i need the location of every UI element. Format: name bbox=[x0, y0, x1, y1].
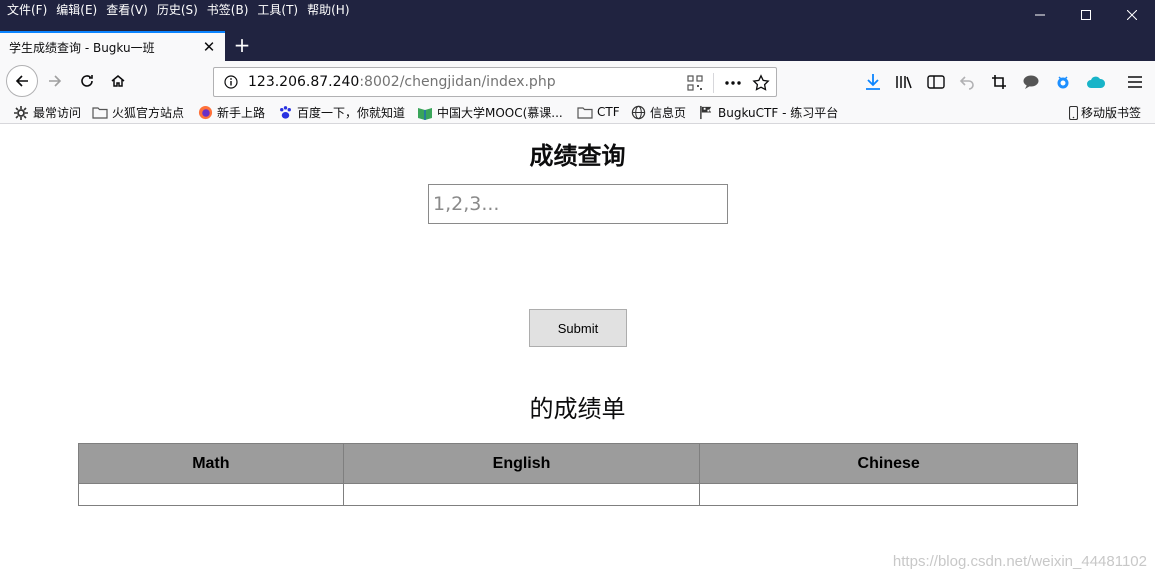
menu-bookmarks[interactable]: 书签(B) bbox=[204, 2, 255, 19]
url-actions bbox=[687, 73, 770, 93]
student-id-input[interactable] bbox=[428, 184, 728, 224]
tab-strip: 学生成绩查询 - Bugku一班 ✕ + bbox=[0, 30, 1155, 61]
bookmark-label: 百度一下，你就知道 bbox=[297, 106, 406, 120]
nav-bar: 123.206.87.240:8002/chengjidan/index.php bbox=[0, 61, 1155, 101]
bookmark-label: 移动版书签 bbox=[1081, 106, 1142, 120]
table-row bbox=[78, 483, 1078, 506]
header-chinese: Chinese bbox=[699, 443, 1078, 484]
cell-english bbox=[342, 483, 701, 506]
window-controls bbox=[1017, 0, 1155, 30]
url-host: 123.206.87.240 bbox=[248, 74, 360, 90]
bookmark-label: CTF bbox=[597, 105, 620, 119]
home-icon bbox=[111, 75, 125, 87]
bookmark-label: 火狐官方站点 bbox=[112, 106, 185, 120]
url-bar[interactable]: 123.206.87.240:8002/chengjidan/index.php bbox=[213, 67, 777, 97]
bookmark-baidu[interactable]: 百度一下，你就知道 bbox=[277, 104, 405, 121]
minimize-icon[interactable] bbox=[1017, 0, 1063, 30]
firefox-logo-icon bbox=[197, 105, 213, 121]
forward-button[interactable] bbox=[40, 66, 70, 96]
mooc-book-icon bbox=[417, 105, 433, 121]
bookmark-label: 信息页 bbox=[650, 106, 687, 120]
chat-bubble-icon[interactable] bbox=[1020, 71, 1042, 93]
bookmark-mooc[interactable]: 中国大学MOOC(慕课... bbox=[417, 104, 563, 121]
gear-icon bbox=[13, 105, 29, 121]
menu-edit[interactable]: 编辑(E) bbox=[53, 2, 103, 19]
cloud-icon[interactable] bbox=[1085, 71, 1107, 93]
forward-arrow-icon bbox=[49, 75, 62, 87]
page-title: 成绩查询 bbox=[529, 142, 626, 170]
folder-icon bbox=[577, 104, 593, 120]
screenshot-crop-icon[interactable] bbox=[988, 71, 1010, 93]
submit-button[interactable]: Submit bbox=[529, 309, 627, 347]
bookmark-getting-started[interactable]: 新手上路 bbox=[197, 104, 265, 121]
bookmark-label: 中国大学MOOC(慕课... bbox=[437, 106, 563, 120]
bug-extension-icon[interactable] bbox=[1052, 71, 1074, 93]
scores-table: Math English Chinese bbox=[78, 443, 1078, 506]
page-actions-icon[interactable] bbox=[724, 75, 742, 91]
url-text: 123.206.87.240:8002/chengjidan/index.php bbox=[248, 74, 556, 90]
title-bar: 文件(F) 编辑(E) 查看(V) 历史(S) 书签(B) 工具(T) 帮助(H… bbox=[0, 0, 1155, 30]
maximize-icon[interactable] bbox=[1063, 0, 1109, 30]
bookmark-ctf[interactable]: CTF bbox=[577, 104, 620, 120]
back-button[interactable] bbox=[6, 65, 38, 97]
globe-icon bbox=[630, 105, 646, 121]
menu-help[interactable]: 帮助(H) bbox=[304, 2, 355, 19]
header-math: Math bbox=[78, 443, 344, 484]
bookmark-info-page[interactable]: 信息页 bbox=[630, 104, 686, 121]
tab-close-icon[interactable]: ✕ bbox=[201, 39, 217, 55]
reload-button[interactable] bbox=[72, 66, 102, 96]
bookmark-label: 最常访问 bbox=[33, 106, 82, 120]
tab-active[interactable]: 学生成绩查询 - Bugku一班 ✕ bbox=[0, 31, 225, 61]
watermark: https://blog.csdn.net/weixin_44481102 bbox=[892, 553, 1147, 570]
bookmark-star-icon[interactable] bbox=[752, 74, 770, 92]
baidu-paw-icon bbox=[277, 105, 293, 121]
bookmark-label: 新手上路 bbox=[217, 106, 266, 120]
menu-history[interactable]: 历史(S) bbox=[154, 2, 204, 19]
info-icon[interactable] bbox=[223, 74, 239, 90]
sidebar-icon[interactable] bbox=[925, 71, 947, 93]
menu-tools[interactable]: 工具(T) bbox=[254, 2, 304, 19]
bookmark-label: BugkuCTF - 练习平台 bbox=[718, 106, 839, 120]
home-button[interactable] bbox=[103, 66, 133, 96]
url-path: :8002/chengjidan/index.php bbox=[359, 74, 556, 90]
bookmarks-bar: 最常访问 火狐官方站点 新手上路 百度一下，你就知道 中国大学MOOC(慕课..… bbox=[0, 101, 1155, 124]
report-title: 的成绩单 bbox=[529, 395, 626, 423]
table-header-row: Math English Chinese bbox=[78, 443, 1078, 484]
reload-icon bbox=[81, 75, 93, 87]
bookmark-bugkuctf[interactable]: BugkuCTF - 练习平台 bbox=[698, 104, 838, 121]
tab-title: 学生成绩查询 - Bugku一班 bbox=[9, 40, 155, 55]
url-separator bbox=[713, 73, 714, 93]
menu-file[interactable]: 文件(F) bbox=[4, 2, 53, 19]
menu-view[interactable]: 查看(V) bbox=[103, 2, 154, 19]
bookmark-most-visited[interactable]: 最常访问 bbox=[13, 104, 81, 121]
flag-icon bbox=[698, 105, 714, 121]
header-english: English bbox=[342, 443, 701, 484]
cell-math bbox=[78, 483, 344, 506]
menu-bar: 文件(F) 编辑(E) 查看(V) 历史(S) 书签(B) 工具(T) 帮助(H… bbox=[4, 2, 356, 19]
phone-icon bbox=[1068, 105, 1078, 121]
cell-chinese bbox=[699, 483, 1078, 506]
bookmark-firefox-official[interactable]: 火狐官方站点 bbox=[92, 104, 184, 121]
undo-icon[interactable] bbox=[956, 71, 978, 93]
back-arrow-icon bbox=[15, 75, 28, 87]
close-window-icon[interactable] bbox=[1109, 0, 1155, 30]
new-tab-icon[interactable]: + bbox=[232, 34, 252, 56]
bookmark-mobile[interactable]: 移动版书签 bbox=[1068, 104, 1141, 121]
folder-icon bbox=[92, 105, 108, 121]
library-icon[interactable] bbox=[893, 71, 915, 93]
hamburger-menu-icon[interactable] bbox=[1124, 71, 1146, 93]
downloads-icon[interactable] bbox=[862, 71, 884, 93]
qr-code-icon[interactable] bbox=[687, 75, 703, 91]
page-content: 成绩查询 Submit 的成绩单 Math English Chinese ht… bbox=[0, 124, 1155, 581]
